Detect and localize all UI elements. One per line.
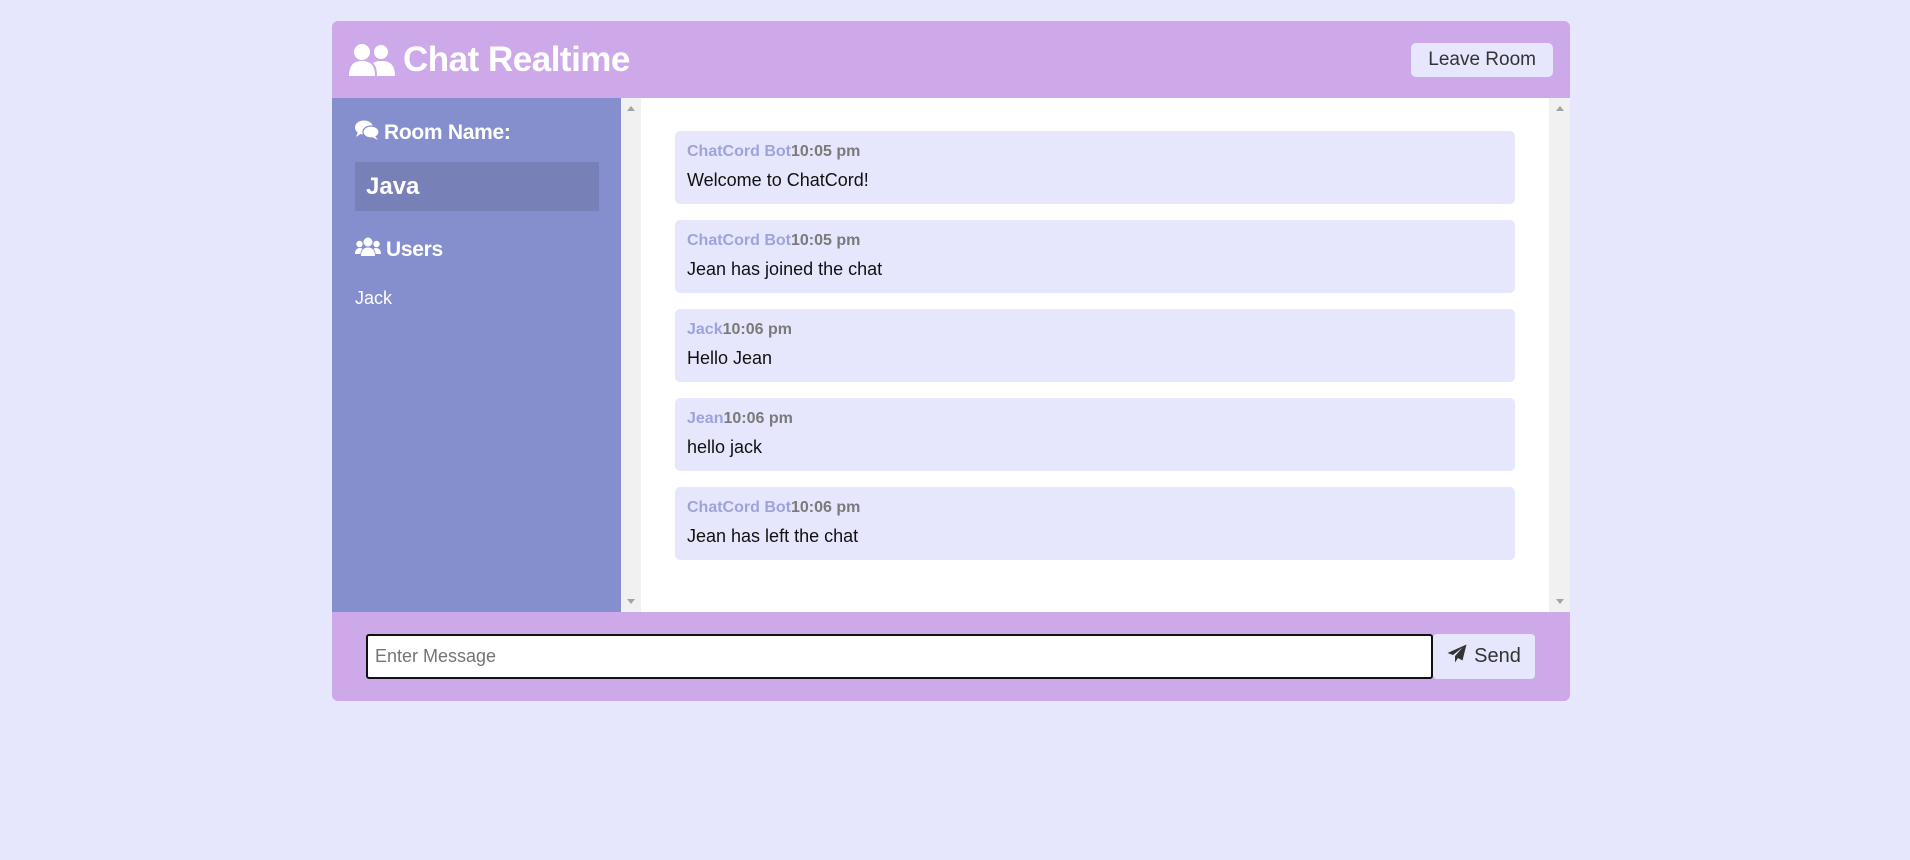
scroll-up-arrow[interactable] [627,106,635,111]
message-time: 10:06 pm [723,410,793,427]
message-meta: Jean10:06 pm [687,410,1503,428]
message-username: ChatCord Bot [687,143,791,160]
send-button[interactable]: Send [1433,634,1535,679]
paper-plane-icon [1447,644,1467,669]
scroll-down-arrow[interactable] [1555,599,1564,604]
room-heading: Room Name: [355,120,599,146]
message-meta: ChatCord Bot10:06 pm [687,499,1503,517]
message-time: 10:05 pm [790,232,861,249]
message-text: hello jack [687,437,763,457]
send-label: Send [1474,645,1521,667]
users-icon [349,43,395,77]
chat-container: Chat Realtime Leave Room Room Name: Java [332,21,1570,701]
message: Jean10:06 pm hello jack [675,398,1515,471]
message: Jack10:06 pm Hello Jean [675,309,1515,382]
message-username: Jack [687,321,723,338]
message-meta: ChatCord Bot10:05 pm [687,143,1503,161]
leave-room-button[interactable]: Leave Room [1411,42,1553,77]
sidebar: Room Name: Java Users Jack [332,98,621,612]
message-meta: ChatCord Bot10:05 pm [687,232,1503,250]
messages-panel: ChatCord Bot10:05 pm Welcome to ChatCord… [621,98,1570,612]
messages-scrollbar[interactable] [1549,98,1570,612]
message-text: Welcome to ChatCord! [687,170,869,190]
users-heading: Users [355,237,599,262]
message-text: Jean has joined the chat [687,259,883,279]
message-time: 10:06 pm [722,321,792,338]
message-username: Jean [687,410,724,427]
message-text: Jean has left the chat [687,526,859,546]
scroll-down-arrow[interactable] [627,599,635,604]
brand: Chat Realtime [349,40,630,80]
message-time: 10:06 pm [790,499,861,516]
message: ChatCord Bot10:05 pm Jean has joined the… [675,220,1515,293]
room-heading-label: Room Name: [384,121,511,144]
scroll-up-arrow[interactable] [1555,106,1564,111]
message-time: 10:05 pm [790,143,861,160]
chat-form: Send [332,612,1570,701]
message-meta: Jack10:06 pm [687,321,1503,339]
users-icon [355,237,381,262]
comments-icon [355,120,380,146]
users-list: Jack [355,284,599,313]
chat-header: Chat Realtime Leave Room [332,21,1570,98]
app-title: Chat Realtime [403,39,630,79]
sidebar-scrollbar[interactable] [621,98,641,612]
message: ChatCord Bot10:06 pm Jean has left the c… [675,487,1515,560]
room-name: Java [355,162,599,211]
message-username: ChatCord Bot [687,232,791,249]
message-text: Hello Jean [687,348,773,368]
chat-main: Room Name: Java Users Jack ChatCord Bot1… [332,98,1570,612]
message-list: ChatCord Bot10:05 pm Welcome to ChatCord… [641,98,1549,612]
user-item: Jack [355,288,393,308]
users-heading-label: Users [386,237,443,261]
message-input[interactable] [366,634,1433,679]
message: ChatCord Bot10:05 pm Welcome to ChatCord… [675,131,1515,204]
message-username: ChatCord Bot [687,499,791,516]
